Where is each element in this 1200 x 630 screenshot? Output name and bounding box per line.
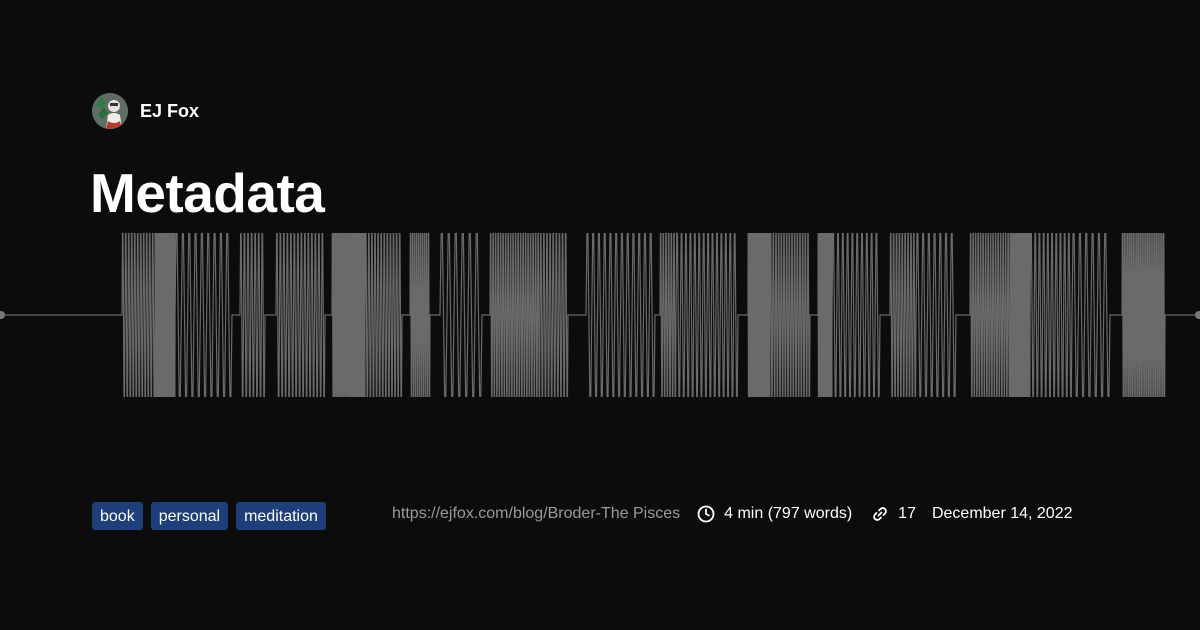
tag-meditation[interactable]: meditation: [236, 502, 326, 530]
publish-date: December 14, 2022: [931, 505, 1073, 522]
avatar: [92, 93, 128, 129]
tag-personal[interactable]: personal: [150, 502, 229, 530]
page-title: Metadata: [90, 162, 325, 224]
post-meta: https://ejfox.com/blog/Broder-The Pisces…: [392, 502, 1073, 526]
tag-list: book personal meditation: [92, 502, 326, 530]
waveform-end-dot: [1195, 311, 1200, 319]
author-byline: EJ Fox: [92, 93, 199, 129]
post-url[interactable]: https://ejfox.com/blog/Broder-The Pisces: [392, 505, 680, 523]
links-count: 17: [898, 505, 916, 522]
read-time: 4 min (797 words): [724, 505, 853, 522]
clock-icon: [696, 504, 716, 524]
tag-book[interactable]: book: [92, 502, 143, 530]
link-icon: [870, 504, 890, 524]
author-name: EJ Fox: [140, 100, 200, 121]
waveform-start-dot: [0, 311, 5, 319]
